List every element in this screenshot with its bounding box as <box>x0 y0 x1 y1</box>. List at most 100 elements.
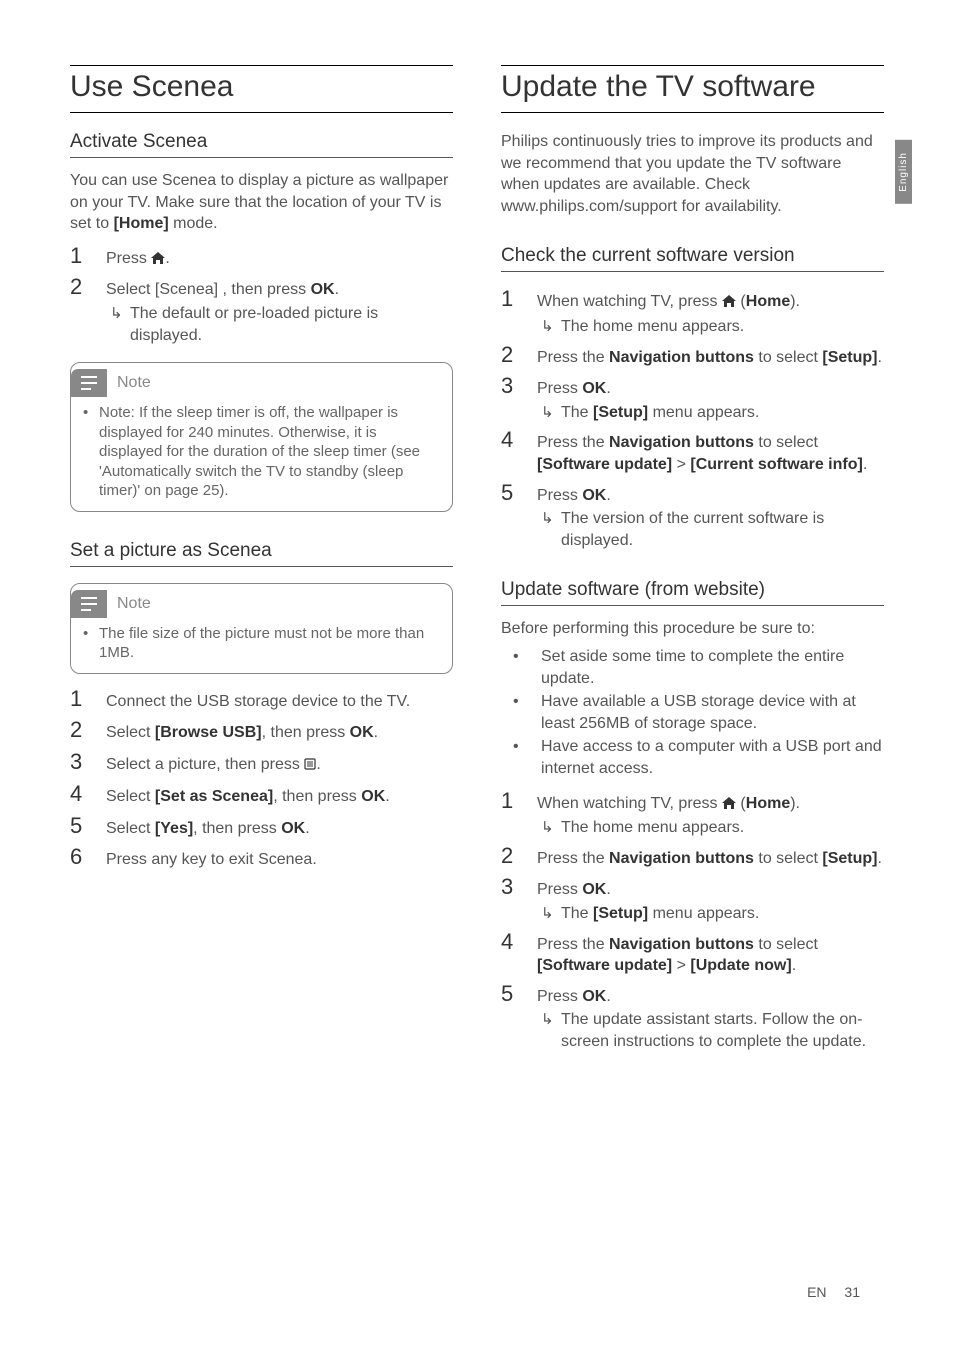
step-body: Press OK. ↳The version of the current so… <box>537 485 884 552</box>
footer-page: 31 <box>844 1284 860 1300</box>
left-column: Use Scenea Activate Scenea You can use S… <box>70 65 453 1055</box>
text: The version of the current software is d… <box>561 508 884 551</box>
text: to select <box>754 850 822 867</box>
step-number: 2 <box>70 272 106 302</box>
list-item: Have available a USB storage device with… <box>501 691 884 734</box>
result-arrow-icon: ↳ <box>537 403 561 423</box>
step-3: 3Press OK. ↳The [Setup] menu appears. <box>501 371 884 423</box>
text: ). <box>790 795 800 812</box>
sub-result: ↳The update assistant starts. Follow the… <box>537 1009 884 1052</box>
setup-label: [Setup] <box>822 850 877 867</box>
text: , then press <box>262 724 350 741</box>
update-now-label: [Update now] <box>690 957 791 974</box>
text: . <box>165 250 169 267</box>
text: . <box>335 281 339 298</box>
text: The home menu appears. <box>561 817 884 839</box>
step-number: 4 <box>501 927 537 957</box>
text: , then press <box>273 788 361 805</box>
text: Press the <box>537 349 609 366</box>
step-number: 4 <box>70 779 106 809</box>
sub-result: ↳The home menu appears. <box>537 817 884 839</box>
note-header: Note <box>71 363 452 403</box>
yes-label: [Yes] <box>155 820 193 837</box>
step-number: 1 <box>70 241 106 271</box>
step-number: 5 <box>70 811 106 841</box>
text: Press the <box>537 936 609 953</box>
heading-check-version: Check the current software version <box>501 245 884 272</box>
text: to select <box>754 936 818 953</box>
text: . <box>878 850 882 867</box>
text: The <box>561 905 593 922</box>
update-intro: Philips continuously tries to improve it… <box>501 131 884 217</box>
ok-label: OK <box>281 820 305 837</box>
step-5: 5Press OK. ↳The version of the current s… <box>501 478 884 552</box>
result-arrow-icon: ↳ <box>537 509 561 529</box>
home-icon <box>722 794 736 816</box>
step-number: 3 <box>70 747 106 777</box>
note-title: Note <box>117 595 151 613</box>
note-icon <box>71 369 107 397</box>
page-columns: Use Scenea Activate Scenea You can use S… <box>70 65 884 1055</box>
list-item: Set aside some time to complete the enti… <box>501 646 884 689</box>
activate-steps: 1 Press . 2 Select [Scenea] , then press… <box>70 241 453 346</box>
text: . <box>606 380 610 397</box>
nav-buttons-label: Navigation buttons <box>609 349 754 366</box>
step-2: 2Select [Browse USB], then press OK. <box>70 715 453 745</box>
before-intro: Before performing this procedure be sure… <box>501 618 884 640</box>
text: The home menu appears. <box>561 316 884 338</box>
heading-set-picture: Set a picture as Scenea <box>70 540 453 567</box>
setup-label: [Setup] <box>822 349 877 366</box>
step-1: 1 When watching TV, press (Home). ↳The h… <box>501 786 884 839</box>
step-number: 1 <box>501 284 537 314</box>
text: . <box>374 724 378 741</box>
step-1: 1 Press . <box>70 241 453 271</box>
step-body: Press OK. ↳The update assistant starts. … <box>537 986 884 1053</box>
step-4: 4Press the Navigation buttons to select … <box>501 927 884 977</box>
check-version-steps: 1 When watching TV, press (Home). ↳The h… <box>501 284 884 551</box>
note-box: Note The file size of the picture must n… <box>70 583 453 674</box>
step-body: Press the Navigation buttons to select [… <box>537 432 884 475</box>
footer-lang: EN <box>807 1284 826 1300</box>
step-3: 3Select a picture, then press . <box>70 747 453 777</box>
setup-label: [Setup] <box>593 404 648 421</box>
step-number: 3 <box>501 872 537 902</box>
result-arrow-icon: ↳ <box>537 1010 561 1030</box>
heading-update-website: Update software (from website) <box>501 579 884 606</box>
note-header: Note <box>71 584 452 624</box>
set-picture-steps: 1Connect the USB storage device to the T… <box>70 684 453 872</box>
note-item: Note: If the sleep timer is off, the wal… <box>83 403 440 501</box>
sub-result: ↳The version of the current software is … <box>537 508 884 551</box>
step-number: 1 <box>70 684 106 714</box>
step-number: 5 <box>501 979 537 1009</box>
step-2: 2Press the Navigation buttons to select … <box>501 340 884 370</box>
step-2: 2Press the Navigation buttons to select … <box>501 841 884 871</box>
step-body: Connect the USB storage device to the TV… <box>106 691 453 713</box>
text: mode. <box>169 215 218 232</box>
list-item: Have access to a computer with a USB por… <box>501 736 884 779</box>
text: . <box>606 881 610 898</box>
text: . <box>878 349 882 366</box>
step-number: 2 <box>501 340 537 370</box>
step-body: Press the Navigation buttons to select [… <box>537 934 884 977</box>
nav-buttons-label: Navigation buttons <box>609 936 754 953</box>
sub-result: ↳ The default or pre-loaded picture is d… <box>106 303 453 346</box>
text: Press <box>106 250 151 267</box>
right-column: Update the TV software Philips continuou… <box>501 65 884 1055</box>
options-icon <box>304 755 316 777</box>
software-update-label: [Software update] <box>537 957 672 974</box>
text: ( <box>736 293 746 310</box>
text: . <box>792 957 796 974</box>
sub-result: ↳The [Setup] menu appears. <box>537 402 884 424</box>
result-arrow-icon: ↳ <box>537 317 561 337</box>
step-body: Press the Navigation buttons to select [… <box>537 347 884 369</box>
ok-label: OK <box>582 988 606 1005</box>
home-icon <box>722 292 736 314</box>
step-body: Press OK. ↳The [Setup] menu appears. <box>537 879 884 924</box>
text: Press <box>537 380 582 397</box>
text: Press the <box>537 434 609 451</box>
text: > <box>672 957 690 974</box>
text: ). <box>790 293 800 310</box>
home-icon <box>151 249 165 271</box>
text: > <box>672 456 690 473</box>
text: . <box>606 988 610 1005</box>
